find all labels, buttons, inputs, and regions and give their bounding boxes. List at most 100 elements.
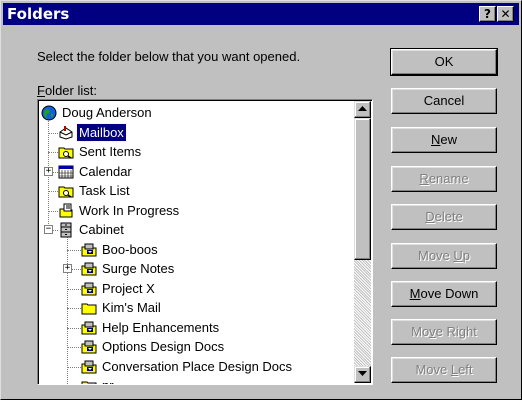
button-label-post: ew [440, 132, 457, 147]
folder-list-label-text: older list: [44, 83, 97, 98]
tree-connector-line [67, 366, 81, 368]
tree-item-label: Kim's Mail [102, 300, 161, 315]
tree-item-label: Work In Progress [79, 202, 180, 218]
move-up-button[interactable]: Move Up [391, 243, 497, 269]
tree-item-label: Task List [79, 183, 130, 198]
shared-folder-icon [81, 321, 97, 334]
shared-folder-icon [81, 262, 97, 276]
tree-item-options-design-docs[interactable]: Options Design Docs [81, 337, 338, 357]
tree-item-work-in-progress[interactable]: Work In Progress [58, 201, 338, 221]
button-label: Cancel [423, 93, 465, 108]
folder-tree[interactable]: Doug Anderson Mailbox Sent Items + Calendar T… [37, 99, 373, 385]
scroll-up-button[interactable] [354, 101, 371, 118]
tree-expander-expand[interactable]: + [63, 264, 72, 273]
move-right-button[interactable]: Move Right [391, 319, 497, 345]
tree-item-label: Project X [102, 280, 155, 296]
tree-item-label: Doug Anderson [62, 105, 152, 120]
button-label-post: elete [434, 209, 463, 224]
tree-expander-collapse[interactable]: − [44, 225, 53, 234]
arrow-down-icon [358, 371, 367, 376]
tree-item-label: nr [100, 377, 116, 384]
mailbox-icon [59, 125, 73, 140]
tree-connector-line [48, 210, 58, 212]
calendar-icon [58, 165, 74, 178]
button-accelerator: D [425, 209, 435, 224]
cancel-button[interactable]: Cancel [391, 88, 497, 114]
button-label-post: ename [428, 171, 469, 186]
tree-connector-line [48, 132, 58, 134]
tree-item-conversation-place-design-docs[interactable]: Conversation Place Design Docs [81, 357, 338, 377]
tree-item-doug-anderson[interactable]: Doug Anderson [41, 103, 338, 123]
tree-item-label: Surge Notes [102, 261, 175, 276]
tree-item-nr[interactable]: nr [81, 376, 338, 384]
folders-dialog: Folders ? ✕ Select the folder below that… [0, 0, 522, 400]
tree-connector-line [67, 327, 81, 329]
shared-folder-icon [81, 282, 97, 295]
tree-item-project-x[interactable]: Project X [81, 279, 338, 299]
move-left-button[interactable]: Move Left [391, 357, 497, 383]
button-label-post: ove Down [420, 286, 479, 301]
tree-item-cabinet[interactable]: Cabinet [58, 220, 338, 240]
tree-connector-line [67, 288, 81, 290]
tree-item-label: Boo-boos [102, 241, 158, 257]
globe-icon [41, 105, 57, 121]
tree-item-label: Conversation Place Design Docs [102, 358, 293, 374]
shared-folder-icon [81, 340, 97, 354]
button-label-pre: Move [415, 362, 451, 377]
close-button[interactable]: ✕ [497, 6, 514, 22]
tree-connector-line [67, 308, 81, 309]
button-label-post: eft [458, 362, 473, 377]
new-button[interactable]: New [391, 127, 497, 153]
folder-tree-content: Doug Anderson Mailbox Sent Items + Calendar T… [38, 100, 354, 384]
tree-item-calendar[interactable]: Calendar [58, 162, 338, 182]
tree-item-kim-s-mail[interactable]: Kim's Mail [81, 298, 338, 318]
tree-connector-line [67, 236, 68, 384]
tree-expander-expand[interactable]: + [44, 166, 53, 176]
tree-connector-line [67, 249, 81, 251]
tree-item-task-list[interactable]: Task List [58, 181, 338, 201]
task-list-folder-icon [58, 186, 74, 198]
button-accelerator: N [430, 132, 441, 147]
scroll-thumb[interactable] [354, 118, 371, 260]
folder-icon [81, 381, 97, 384]
button-accelerator: M [409, 286, 421, 301]
tree-item-label: Options Design Docs [102, 339, 225, 354]
shared-folder-icon [81, 243, 97, 256]
folder-list-label: Folder list: [37, 83, 97, 98]
tree-item-label: Mailbox [76, 122, 127, 142]
tree-connector-line [48, 152, 58, 153]
tree-item-label: Cabinet [79, 222, 124, 237]
tree-item-mailbox[interactable]: Mailbox [58, 122, 338, 143]
tree-item-label: Help Enhancements [102, 319, 220, 335]
button-accelerator: U [453, 248, 463, 263]
arrow-up-icon [358, 106, 367, 111]
tree-item-help-enhancements[interactable]: Help Enhancements [81, 318, 338, 338]
tree-item-surge-notes[interactable]: Surge Notes [81, 259, 338, 279]
scroll-down-button[interactable] [354, 366, 371, 383]
dialog-title: Folders [7, 5, 70, 23]
rename-button[interactable]: Rename [391, 166, 497, 192]
button-accelerator: R [419, 171, 429, 186]
help-button[interactable]: ? [479, 6, 496, 22]
button-label-post: e Right [435, 324, 477, 339]
tree-item-boo-boos[interactable]: Boo-boos [81, 240, 338, 260]
button-accelerator: L [450, 362, 459, 377]
folder-icon [81, 303, 97, 315]
move-down-button[interactable]: Move Down [391, 281, 497, 307]
tree-item-label: Sent Items [79, 144, 142, 159]
button-label: OK [434, 54, 454, 69]
work-in-progress-icon [59, 203, 73, 217]
tree-item-label: Calendar [79, 163, 132, 179]
tree-connector-line [67, 347, 81, 348]
tree-connector-line [48, 191, 58, 192]
button-label-pre: Mo [411, 324, 430, 339]
button-label-pre: Move [417, 248, 454, 263]
tree-item-sent-items[interactable]: Sent Items [58, 142, 338, 162]
ok-button[interactable]: OK [390, 48, 498, 76]
folder-list-label-accel: F [37, 83, 45, 98]
instruction-text: Select the folder below that you want op… [37, 49, 301, 64]
title-bar[interactable]: Folders ? ✕ [3, 3, 519, 25]
vertical-scrollbar[interactable] [354, 101, 371, 383]
delete-button[interactable]: Delete [391, 204, 497, 230]
button-label-post: p [462, 248, 471, 263]
